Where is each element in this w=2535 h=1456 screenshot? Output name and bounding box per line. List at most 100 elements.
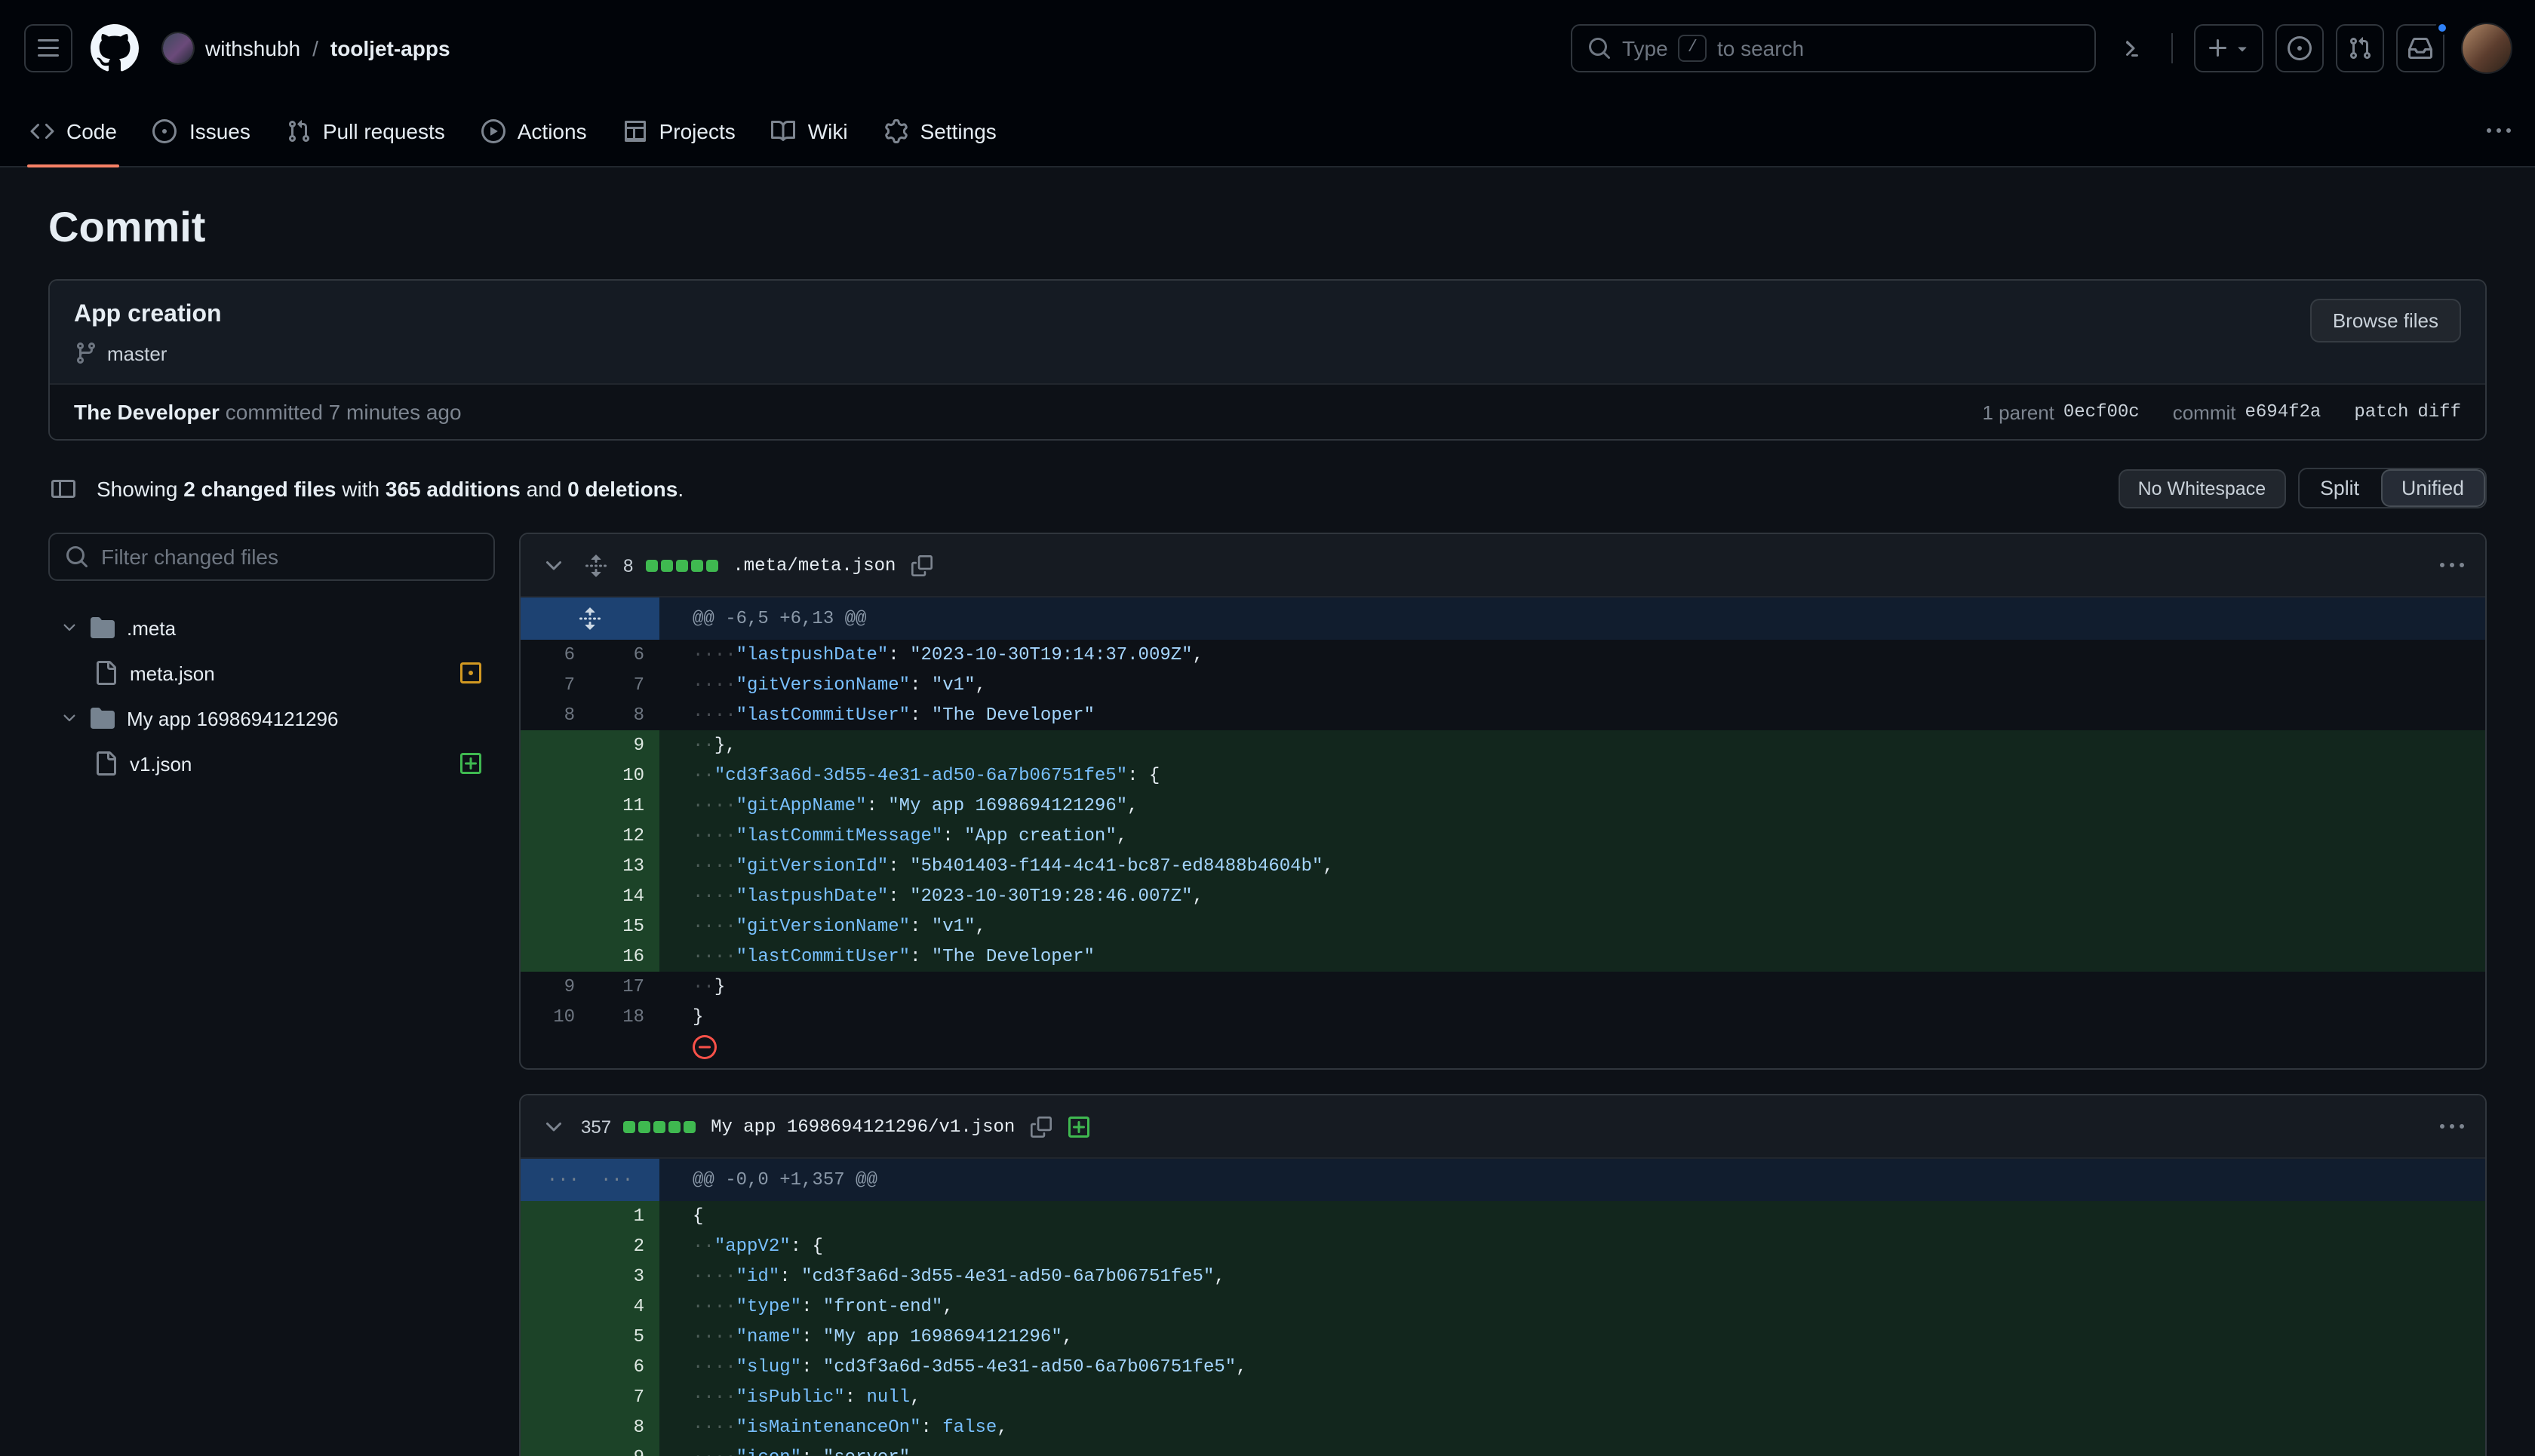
command-palette-button[interactable] [2108,27,2150,69]
browse-files-button[interactable]: Browse files [2310,299,2461,342]
new-line-number[interactable]: 18 [590,1002,659,1032]
tree-folder-My app 1698694121296[interactable]: My app 1698694121296 [48,696,495,741]
breadcrumb-repo[interactable]: tooljet-apps [330,36,450,60]
copy-path-button[interactable] [1027,1113,1054,1140]
old-line-number[interactable]: 6 [521,640,590,670]
new-line-number[interactable]: 10 [590,760,659,791]
new-line-number[interactable]: 15 [590,911,659,941]
play-icon [481,119,505,143]
file-tree-toggle-button[interactable] [48,473,78,503]
old-line-number[interactable] [521,730,590,760]
tab-wiki[interactable]: Wiki [757,97,863,166]
old-line-number[interactable] [521,821,590,851]
tab-projects[interactable]: Projects [608,97,751,166]
expand-all-button[interactable] [581,550,611,580]
new-line-number[interactable]: 7 [590,670,659,700]
code-line: ····"isMaintenanceOn": false, [659,1412,2485,1442]
patch-link[interactable]: patch [2354,401,2408,422]
old-line-number[interactable] [521,1322,590,1352]
diff-link[interactable]: diff [2417,401,2461,422]
tab-issues[interactable]: Issues [138,97,266,166]
new-line-number[interactable]: 3 [590,1261,659,1292]
new-line-number[interactable]: 9 [590,1442,659,1456]
old-line-number[interactable] [521,791,590,821]
collapse-file-button[interactable] [539,1111,569,1141]
old-line-number[interactable] [521,881,590,911]
file-filter-input[interactable]: Filter changed files [48,533,495,581]
nav-overflow-button[interactable] [2478,110,2520,152]
file-path[interactable]: My app 1698694121296/v1.json [711,1116,1015,1137]
new-line-number[interactable]: 14 [590,881,659,911]
old-line-number[interactable] [521,851,590,881]
old-line-number[interactable] [521,1261,590,1292]
tab-actions[interactable]: Actions [466,97,602,166]
global-search-input[interactable]: Type / to search [1571,24,2096,72]
old-line-number[interactable] [521,1292,590,1322]
diff-view-controls: No Whitespace Split Unified [2119,468,2487,508]
old-line-number[interactable] [521,941,590,972]
old-line-number[interactable] [521,1412,590,1442]
hunk-gutter[interactable] [521,597,659,640]
tab-label: Issues [189,119,250,143]
new-line-number[interactable]: 8 [590,700,659,730]
old-line-number[interactable]: 9 [521,972,590,1002]
tab-settings[interactable]: Settings [869,97,1012,166]
new-line-number[interactable]: 7 [590,1382,659,1412]
old-line-number[interactable] [521,911,590,941]
tree-file-v1.json[interactable]: v1.json [48,741,495,786]
repo-nav-tabs: Code Issues Pull requestsActionsProjectsWi… [15,97,1012,166]
old-line-number[interactable]: 8 [521,700,590,730]
code-line: ····"icon": "server", [659,1442,2485,1456]
unfold-icon [584,553,608,577]
old-line-number[interactable] [521,1382,590,1412]
file-options-button[interactable] [2437,550,2467,580]
whitespace-toggle-button[interactable]: No Whitespace [2119,468,2286,508]
notifications-inbox-button[interactable] [2396,24,2444,72]
file-options-button[interactable] [2437,1111,2467,1141]
new-line-number[interactable]: 1 [590,1201,659,1231]
git-pull-request-icon [2348,36,2372,60]
old-line-number[interactable] [521,1442,590,1456]
global-pull-requests-button[interactable] [2336,24,2384,72]
new-line-number[interactable]: 9 [590,730,659,760]
new-line-number[interactable]: 4 [590,1292,659,1322]
diff-table: ······@@ -0,0 +1,357 @@1{2··"appV2": {3·… [521,1159,2485,1456]
split-view-button[interactable]: Split [2299,469,2380,507]
new-line-number[interactable]: 2 [590,1231,659,1261]
tab-code[interactable]: Code [15,97,132,166]
old-line-number[interactable] [521,760,590,791]
new-line-number[interactable]: 6 [590,640,659,670]
new-line-number[interactable]: 6 [590,1352,659,1382]
unified-view-button[interactable]: Unified [2380,469,2485,507]
old-line-number[interactable]: 7 [521,670,590,700]
collapse-file-button[interactable] [539,550,569,580]
code-line: ····"id": "cd3f3a6d-3d55-4e31-ad50-6a7b0… [659,1261,2485,1292]
new-line-number[interactable]: 16 [590,941,659,972]
new-line-number[interactable]: 17 [590,972,659,1002]
copy-path-button[interactable] [908,551,935,579]
new-line-number[interactable]: 13 [590,851,659,881]
tree-file-meta.json[interactable]: meta.json [48,650,495,696]
hamburger-menu-button[interactable] [24,24,72,72]
old-line-number[interactable] [521,1201,590,1231]
code-line: ··"cd3f3a6d-3d55-4e31-ad50-6a7b06751fe5"… [659,760,2485,791]
old-line-number[interactable] [521,1231,590,1261]
new-line-number[interactable]: 12 [590,821,659,851]
create-new-button[interactable] [2194,24,2263,72]
tab-pull-requests[interactable]: Pull requests [272,97,460,166]
new-line-number[interactable]: 8 [590,1412,659,1442]
github-logo[interactable] [91,24,139,72]
user-avatar[interactable] [2463,24,2511,72]
code-line: ····"name": "My app 1698694121296", [659,1322,2485,1352]
breadcrumb-owner[interactable]: withshubh [205,36,300,60]
tree-item-name: meta.json [130,662,215,684]
kebab-icon [2487,119,2511,143]
file-path[interactable]: .meta/meta.json [733,554,896,576]
new-line-number[interactable]: 5 [590,1322,659,1352]
tree-folder-.meta[interactable]: .meta [48,605,495,650]
parent-sha[interactable]: 0ecf00c [2063,401,2140,422]
old-line-number[interactable] [521,1352,590,1382]
old-line-number[interactable]: 10 [521,1002,590,1032]
new-line-number[interactable]: 11 [590,791,659,821]
global-issues-button[interactable] [2275,24,2324,72]
